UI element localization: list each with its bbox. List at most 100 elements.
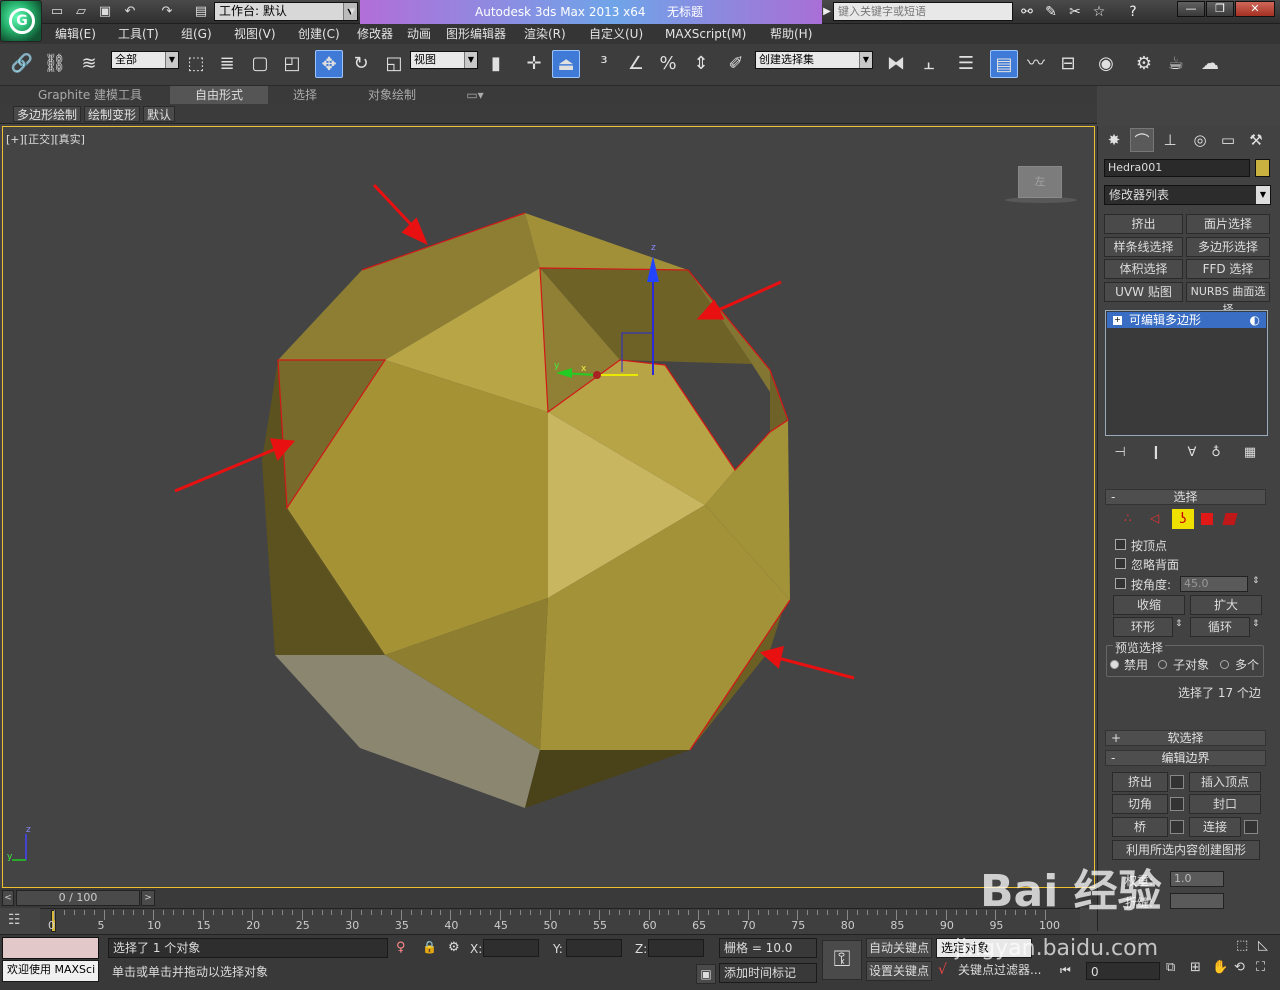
edit-borders-rollout-header[interactable]: - 编辑边界 — [1105, 750, 1266, 766]
isolate-selection-icon[interactable]: ♀ — [396, 940, 406, 955]
insert-vertex-button[interactable]: 插入顶点 — [1189, 772, 1261, 792]
spinner-arrows-icon[interactable]: ⇕ — [1252, 576, 1260, 586]
hedra-model[interactable]: z x y z y — [0, 0, 1097, 888]
connect-button[interactable]: 连接 — [1189, 817, 1241, 837]
utilities-tab-icon[interactable]: ⚒ — [1244, 128, 1268, 152]
uvw-map-button[interactable]: UVW 贴图 — [1104, 282, 1183, 302]
preview-subobject-radio[interactable] — [1158, 660, 1167, 669]
bridge-button[interactable]: 桥 — [1112, 817, 1168, 837]
crease-spinner[interactable] — [1170, 893, 1224, 909]
lock-selection-icon[interactable]: 🔒 — [422, 940, 437, 954]
show-end-result-icon[interactable]: ❙ — [1146, 444, 1166, 462]
pan-view-icon[interactable]: ✋ — [1212, 960, 1228, 975]
motion-tab-icon[interactable]: ◎ — [1188, 128, 1212, 152]
create-tab-icon[interactable]: ✸ — [1102, 128, 1126, 152]
object-name-field[interactable]: Hedra001 — [1104, 159, 1250, 177]
bridge-settings-icon[interactable] — [1170, 820, 1184, 834]
chamfer-button[interactable]: 切角 — [1112, 794, 1168, 814]
ring-button[interactable]: 环形 — [1113, 617, 1173, 637]
render-production-icon[interactable]: ☁ — [1196, 50, 1224, 78]
timeline-tick — [420, 910, 422, 915]
absolute-mode-icon[interactable]: ⚙ — [448, 940, 460, 955]
extrude-settings-icon[interactable] — [1170, 775, 1184, 789]
time-prev-icon[interactable]: < — [2, 890, 14, 906]
zoom-region-icon[interactable]: ⬚ — [1236, 938, 1248, 953]
add-time-tag-field[interactable]: 添加时间标记 — [719, 963, 817, 983]
loop-button[interactable]: 循环 — [1190, 617, 1250, 637]
go-to-start-icon[interactable]: ⏮ — [1060, 963, 1071, 978]
z-coordinate-field[interactable] — [648, 939, 704, 957]
maxscript-listener-pink[interactable] — [2, 937, 99, 959]
help-icon[interactable]: ? — [1124, 3, 1142, 21]
key-filters-icon[interactable]: √ — [938, 962, 947, 978]
render-setup-icon[interactable]: ⚙ — [1130, 50, 1158, 78]
application-button[interactable]: G — [0, 0, 42, 42]
loop-spinner-icon[interactable]: ⇕ — [1252, 619, 1260, 629]
gizmo-center[interactable] — [593, 371, 601, 379]
ignore-backfacing-checkbox[interactable] — [1115, 558, 1126, 569]
key-filters-button[interactable]: 关键点过滤器... — [958, 961, 1050, 981]
connect-settings-icon[interactable] — [1244, 820, 1258, 834]
selection-rollout-header[interactable]: - 选择 — [1105, 489, 1266, 505]
chamfer-settings-icon[interactable] — [1170, 797, 1184, 811]
restore-button[interactable]: ❐ — [1206, 1, 1234, 17]
close-button[interactable]: ✕ — [1235, 1, 1275, 17]
poly-select-button[interactable]: 多边形选择 — [1186, 237, 1270, 257]
nurbs-surface-select-button[interactable]: NURBS 曲面选择 — [1186, 282, 1270, 316]
weight-spinner[interactable]: 1.0 — [1170, 871, 1224, 887]
border-mode-icon[interactable]: ʖ — [1172, 509, 1194, 529]
display-tab-icon[interactable]: ▭ — [1216, 128, 1240, 152]
timeline-tick — [717, 910, 719, 915]
remove-modifier-icon[interactable]: ♁ — [1206, 444, 1226, 462]
field-of-view-icon[interactable]: ◺ — [1258, 938, 1268, 953]
preview-off-radio[interactable] — [1110, 660, 1119, 669]
cap-button[interactable]: 封口 — [1189, 794, 1261, 814]
modify-tab-icon[interactable]: ⌒ — [1130, 128, 1154, 152]
by-angle-checkbox[interactable] — [1115, 578, 1126, 589]
extrude-button[interactable]: 挤出 — [1112, 772, 1168, 792]
y-coordinate-field[interactable] — [566, 939, 622, 957]
time-tag-icon[interactable]: ▣ — [696, 964, 716, 984]
maxscript-mini-listener[interactable]: 欢迎使用 MAXSci — [2, 960, 99, 982]
hierarchy-tab-icon[interactable]: ⊥ — [1158, 128, 1182, 152]
angle-spinner[interactable]: 45.0 — [1180, 576, 1248, 592]
ring-spinner-icon[interactable]: ⇕ — [1175, 619, 1183, 629]
zoom-extents-icon[interactable]: ⊞ — [1190, 960, 1201, 975]
modifier-list-dropdown[interactable]: 修改器列表 ▼ — [1104, 185, 1271, 205]
by-vertex-checkbox[interactable] — [1115, 539, 1126, 550]
vertex-mode-icon[interactable]: ∴ — [1124, 511, 1132, 525]
time-slider[interactable]: 0 / 100 — [16, 890, 140, 906]
vol-select-button[interactable]: 体积选择 — [1104, 259, 1183, 279]
time-next-icon[interactable]: > — [141, 890, 155, 906]
extrude-modifier-button[interactable]: 挤出 — [1104, 214, 1183, 234]
baidu-watermark-url: jingyan.baidu.com — [955, 936, 1159, 961]
expand-icon[interactable]: + — [1113, 316, 1122, 325]
object-color-swatch[interactable] — [1255, 159, 1270, 177]
preview-multi-radio[interactable] — [1220, 660, 1229, 669]
configure-modifier-sets-icon[interactable]: ▦ — [1240, 444, 1260, 462]
edge-mode-icon[interactable]: ◁ — [1150, 511, 1159, 525]
stack-item-editable-poly[interactable]: + 可编辑多边形 ◐ — [1107, 312, 1266, 328]
make-unique-icon[interactable]: ∀ — [1182, 444, 1202, 462]
time-config-icon[interactable]: ⧉ — [1166, 960, 1175, 975]
light-bulb-icon[interactable]: ◐ — [1250, 312, 1260, 328]
modifier-stack[interactable] — [1105, 310, 1268, 436]
soft-selection-rollout-header[interactable]: + 软选择 — [1105, 730, 1266, 746]
x-coordinate-field[interactable] — [483, 939, 539, 957]
auto-key-button[interactable]: 自动关键点 — [866, 938, 932, 958]
rendered-frame-window-icon[interactable]: ☕ — [1162, 50, 1190, 78]
pin-stack-icon[interactable]: ⊣ — [1110, 444, 1130, 462]
set-key-button[interactable]: 设置关键点 — [866, 961, 932, 981]
shrink-button[interactable]: 收缩 — [1113, 595, 1185, 615]
current-frame-field[interactable]: 0 — [1086, 962, 1160, 980]
grow-button[interactable]: 扩大 — [1190, 595, 1262, 615]
mini-curve-editor-icon[interactable]: ☷ — [8, 912, 34, 930]
patch-select-button[interactable]: 面片选择 — [1186, 214, 1270, 234]
set-key-icon[interactable]: ⚿ — [822, 940, 862, 980]
maximize-viewport-icon[interactable]: ⛶ — [1256, 960, 1265, 975]
orbit-icon[interactable]: ⟲ — [1234, 960, 1245, 975]
minimize-button[interactable]: — — [1177, 1, 1205, 17]
spline-select-button[interactable]: 样条线选择 — [1104, 237, 1183, 257]
polygon-mode-icon[interactable] — [1201, 513, 1213, 525]
ffd-select-button[interactable]: FFD 选择 — [1186, 259, 1270, 279]
